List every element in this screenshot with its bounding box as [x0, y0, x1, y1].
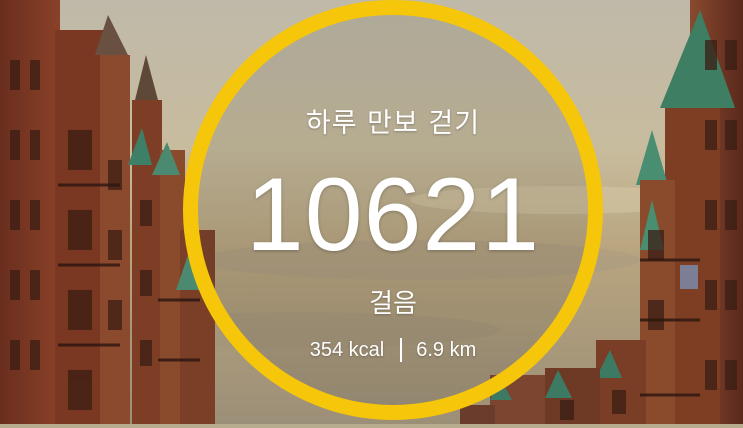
step-counter-panel: 하루 만보 걷기 10621 걸음 354 kcal 6.9 km	[183, 0, 603, 424]
calories-value: 354 kcal	[309, 338, 385, 361]
distance-value: 6.9 km	[416, 338, 477, 361]
activity-stats: 354 kcal 6.9 km	[183, 338, 603, 362]
goal-title: 하루 만보 걷기	[305, 108, 481, 139]
step-count: 10621	[245, 157, 541, 273]
stats-divider	[400, 338, 403, 362]
step-unit-label: 걸음	[369, 289, 417, 319]
